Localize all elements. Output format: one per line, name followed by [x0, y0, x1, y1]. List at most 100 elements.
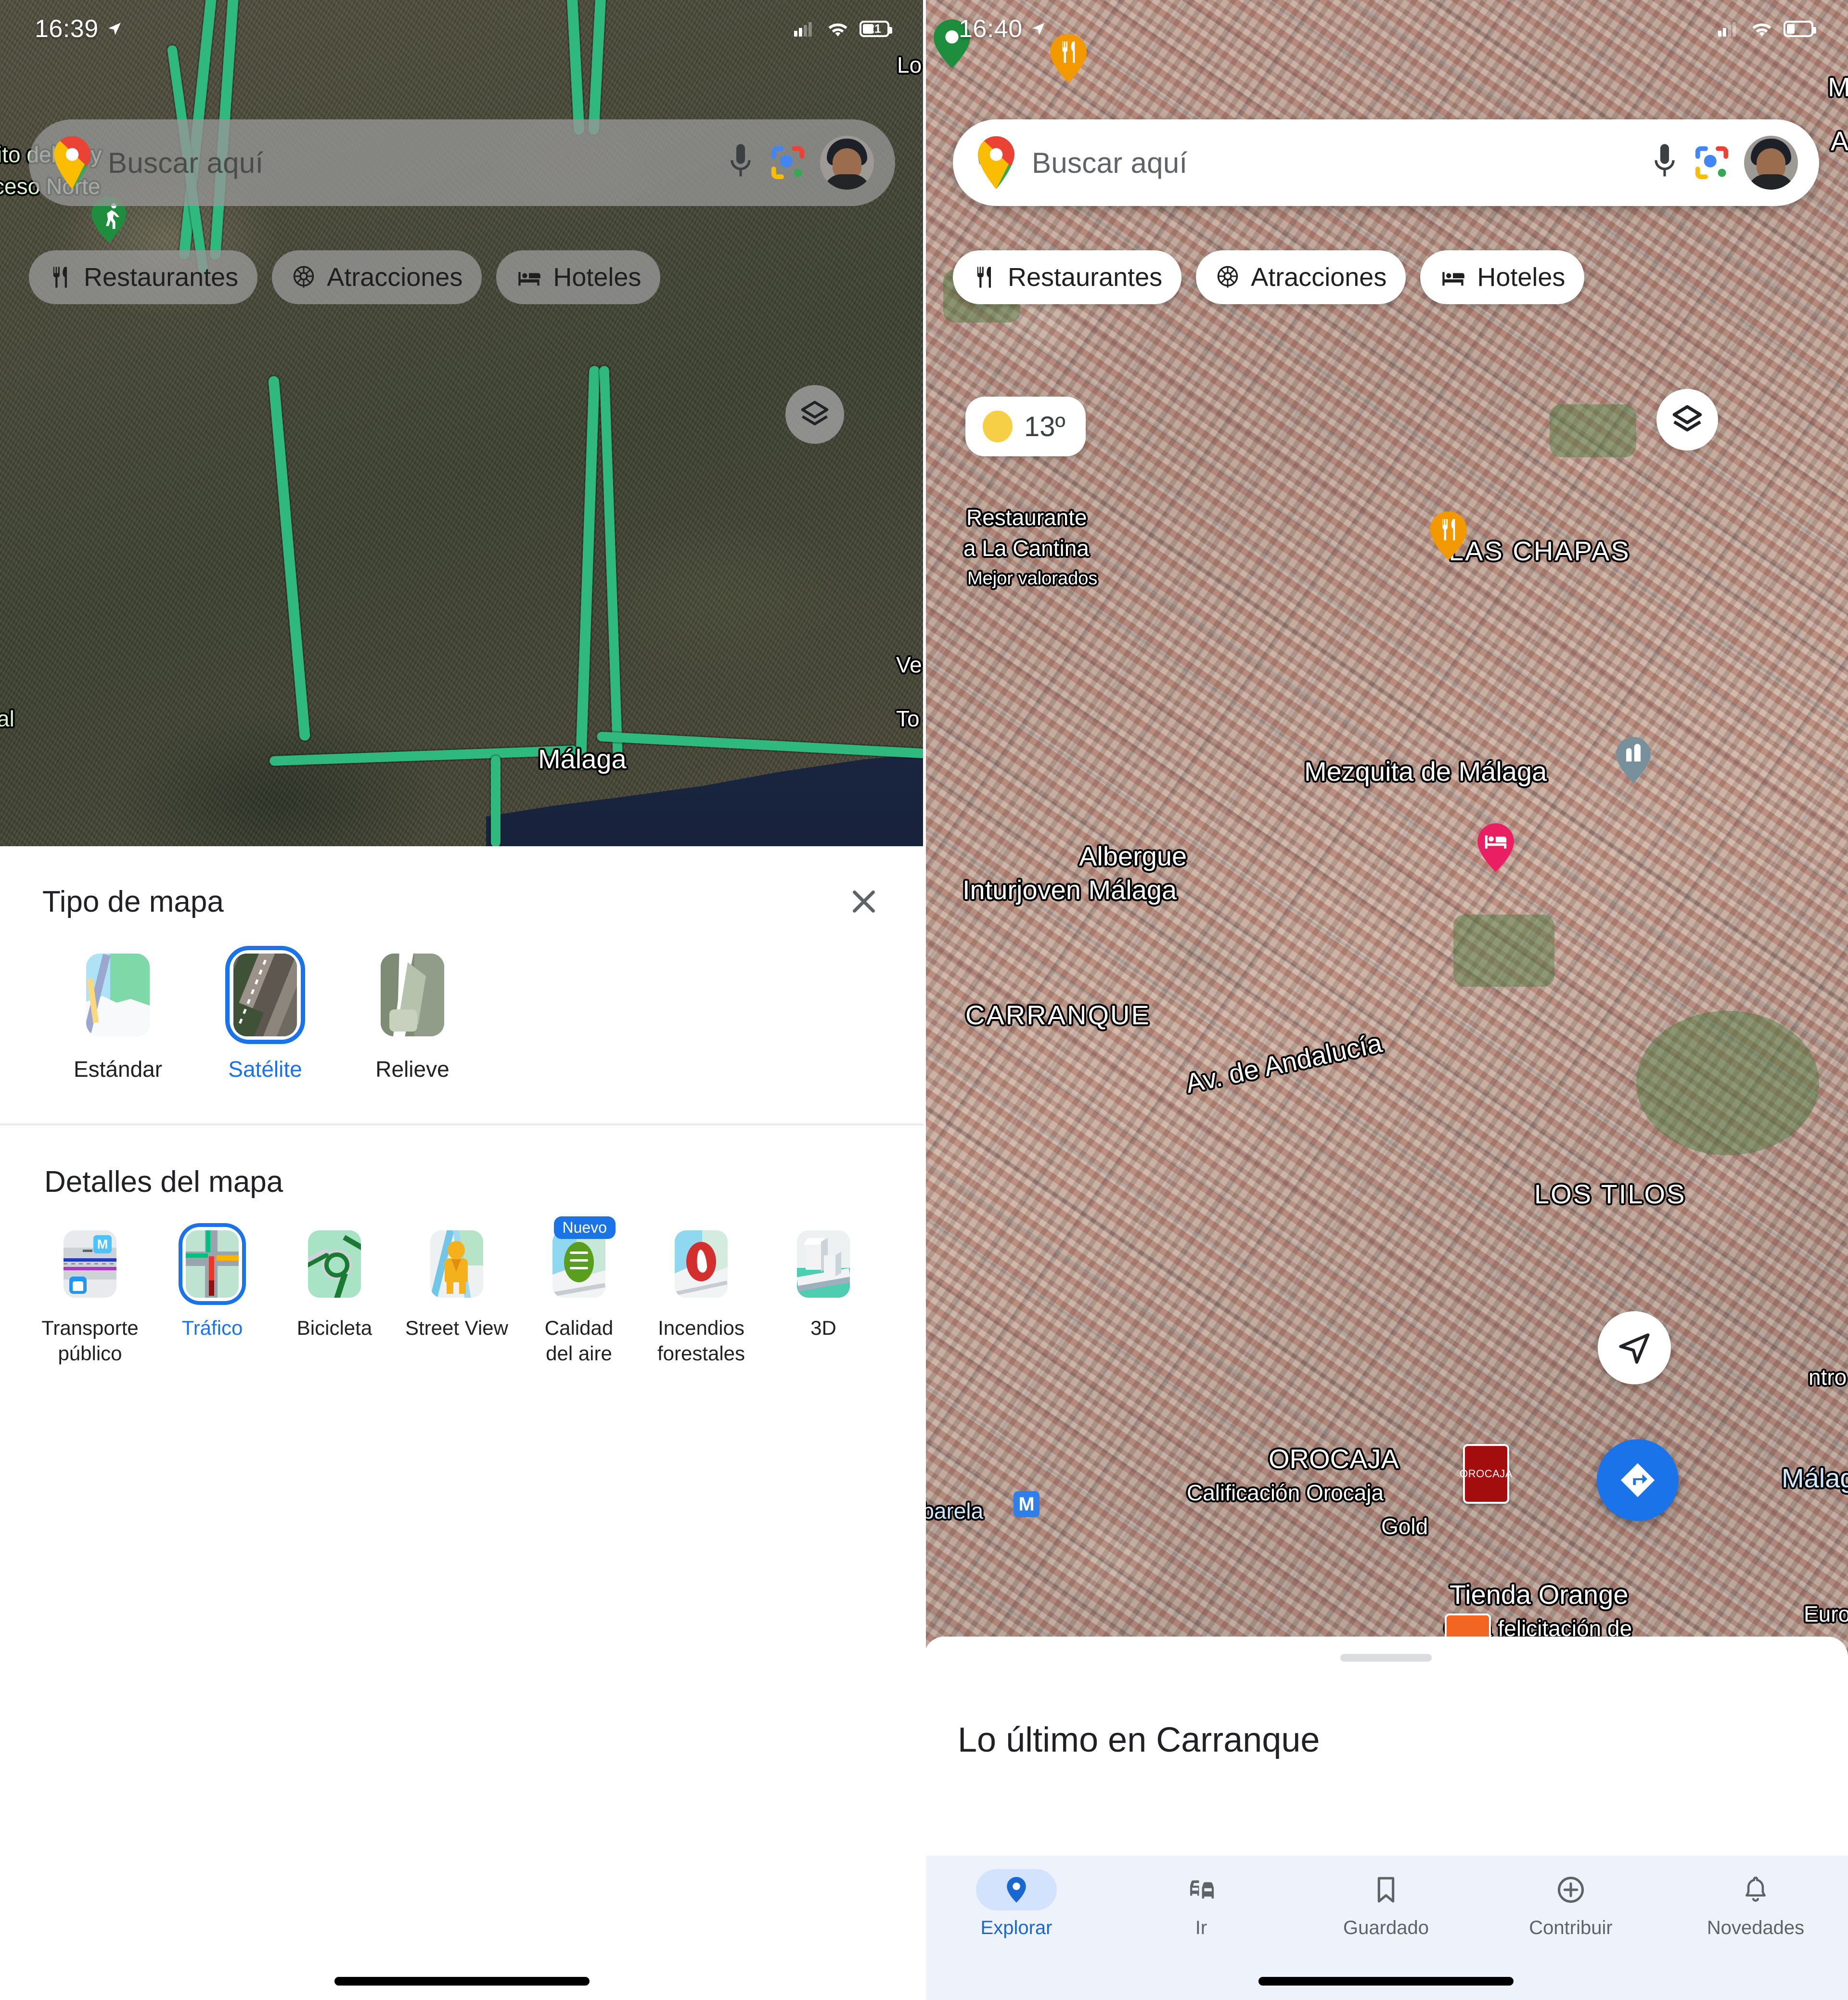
microphone-icon[interactable]: [726, 142, 756, 183]
ferris-wheel-icon: [293, 266, 314, 288]
layers-button[interactable]: [785, 385, 844, 444]
weather-pill[interactable]: 13º: [965, 397, 1086, 456]
map-type-thumbnail: [233, 954, 297, 1036]
close-icon[interactable]: [846, 884, 882, 919]
dual-screenshot: 16:39 21 to eso Málaga Ve To al Lo Busca…: [0, 0, 1848, 2000]
nav-contribuir[interactable]: Contribuir: [1478, 1869, 1663, 1939]
plus-circle-icon: [1557, 1876, 1584, 1903]
cell-signal-icon: [794, 22, 812, 37]
search-bar-left[interactable]: Buscar aquí: [29, 119, 895, 206]
hotel-poi-pin[interactable]: [1477, 823, 1514, 872]
map-type-estandar[interactable]: Estándar: [44, 950, 192, 1082]
avatar[interactable]: [820, 136, 874, 190]
search-bar-right[interactable]: Buscar aquí: [953, 119, 1819, 206]
metro-badge-icon: M: [1014, 1491, 1040, 1517]
search-input[interactable]: Buscar aquí: [1032, 146, 1636, 180]
weather-temperature: 13º: [1024, 411, 1065, 442]
nav-label: Guardado: [1343, 1917, 1429, 1938]
layers-button[interactable]: [1656, 389, 1718, 451]
map-type-label: Estándar: [73, 1057, 163, 1082]
detail-thumbnail: [430, 1230, 483, 1298]
nav-label: Ir: [1195, 1917, 1207, 1938]
nav-ir[interactable]: Ir: [1109, 1869, 1294, 1939]
cell-signal-icon: [1718, 22, 1736, 37]
chip-hoteles[interactable]: Hoteles: [496, 250, 661, 304]
map-type-satelite[interactable]: Satélite: [192, 950, 339, 1082]
chip-label: Atracciones: [1251, 263, 1387, 292]
sheet-grabber[interactable]: [1340, 1654, 1432, 1662]
detail-incendios-forestales[interactable]: Incendios forestales: [646, 1227, 756, 1366]
restaurant-poi-pin[interactable]: [1430, 511, 1467, 560]
detail-thumbnail: [308, 1230, 361, 1298]
detail-label: Transporte público: [41, 1316, 139, 1365]
nav-explorar[interactable]: Explorar: [924, 1869, 1109, 1939]
chip-restaurantes[interactable]: Restaurantes: [29, 250, 258, 304]
ferris-wheel-icon: [1217, 266, 1238, 288]
orocaja-logo[interactable]: OROCAJA: [1460, 1444, 1512, 1504]
detail-bicicleta[interactable]: Bicicleta: [280, 1227, 389, 1366]
detail-trafico[interactable]: Tráfico: [157, 1227, 267, 1366]
chip-hoteles[interactable]: Hoteles: [1420, 250, 1585, 304]
sheet-title: Tipo de mapa: [42, 885, 224, 918]
detail-label: Bicicleta: [296, 1316, 372, 1339]
search-input[interactable]: Buscar aquí: [108, 146, 712, 180]
google-lens-icon[interactable]: [769, 144, 807, 181]
bell-icon: [1745, 1876, 1766, 1902]
locate-button[interactable]: [1598, 1311, 1671, 1384]
nav-guardado[interactable]: Guardado: [1294, 1869, 1478, 1939]
status-time: 16:39: [35, 15, 99, 43]
chip-atracciones[interactable]: Atracciones: [272, 250, 482, 304]
sun-icon: [983, 411, 1013, 442]
map-type-thumbnail: [381, 954, 444, 1036]
panel-divider: [923, 0, 926, 2000]
sheet-header: Tipo de mapa: [0, 846, 924, 919]
restaurant-icon: [53, 267, 67, 288]
detail-thumbnail: [186, 1230, 239, 1298]
restaurant-icon: [977, 267, 991, 288]
detail-label: Incendios forestales: [657, 1316, 745, 1365]
nav-label: Explorar: [980, 1917, 1052, 1938]
map-type-relieve[interactable]: Relieve: [339, 950, 486, 1082]
hotel-bed-icon: [1442, 272, 1465, 286]
chip-label: Restaurantes: [84, 263, 239, 292]
google-lens-icon[interactable]: [1693, 144, 1731, 181]
layers-icon: [1672, 405, 1702, 432]
chip-restaurantes[interactable]: Restaurantes: [953, 250, 1182, 304]
mosque-poi-pin[interactable]: [1616, 736, 1651, 784]
right-phone-screen: 16:40 Buscar aquí Restaurantes Atraccion…: [924, 0, 1848, 2000]
map-type-thumbnail: [86, 954, 150, 1036]
navigation-arrow-icon: [1619, 1333, 1650, 1364]
detail-thumbnail: [552, 1230, 605, 1298]
bottom-navigation: Explorar Ir Guardado Contribuir Novedade…: [924, 1856, 1848, 2000]
directions-car-icon: [1190, 1880, 1214, 1899]
detail-label: Street View: [405, 1316, 508, 1339]
wifi-icon: [1752, 23, 1771, 37]
detail-3d[interactable]: 3D: [769, 1227, 878, 1366]
wifi-icon: [828, 23, 847, 37]
chip-label: Hoteles: [553, 263, 642, 292]
map-layers-sheet: Tipo de mapa Estándar Satélite Relieve D…: [0, 846, 924, 2000]
chip-atracciones[interactable]: Atracciones: [1196, 250, 1406, 304]
category-chips-right: Restaurantes Atracciones Hoteles: [953, 250, 1848, 304]
home-indicator: [334, 1977, 590, 1986]
location-arrow-icon: [1032, 23, 1045, 35]
status-bar-right: 16:40: [924, 0, 1848, 58]
left-phone-screen: 16:39 21 to eso Málaga Ve To al Lo Busca…: [0, 0, 924, 2000]
microphone-icon[interactable]: [1650, 142, 1680, 183]
details-title: Detalles del mapa: [44, 1165, 283, 1199]
detail-label: 3D: [810, 1316, 836, 1339]
avatar[interactable]: [1744, 136, 1798, 190]
battery-icon: 21: [860, 21, 892, 37]
google-maps-pin-icon: [978, 136, 1014, 189]
map-pin-icon: [1007, 1877, 1026, 1903]
status-bar-left: 16:39 21: [0, 0, 924, 58]
detail-transporte-publico[interactable]: M Transporte público: [35, 1227, 145, 1366]
detail-street-view[interactable]: Street View: [402, 1227, 512, 1366]
directions-fab[interactable]: [1597, 1439, 1679, 1521]
map-details-options: M Transporte público Tráfico Bicicleta S…: [0, 1199, 924, 1400]
nav-novedades[interactable]: Novedades: [1663, 1869, 1848, 1939]
highway-segment: [491, 756, 500, 847]
detail-label: Tráfico: [181, 1316, 243, 1339]
detail-calidad-del-aire[interactable]: Nuevo Calidad del aire: [524, 1216, 634, 1366]
chip-label: Hoteles: [1477, 263, 1566, 292]
